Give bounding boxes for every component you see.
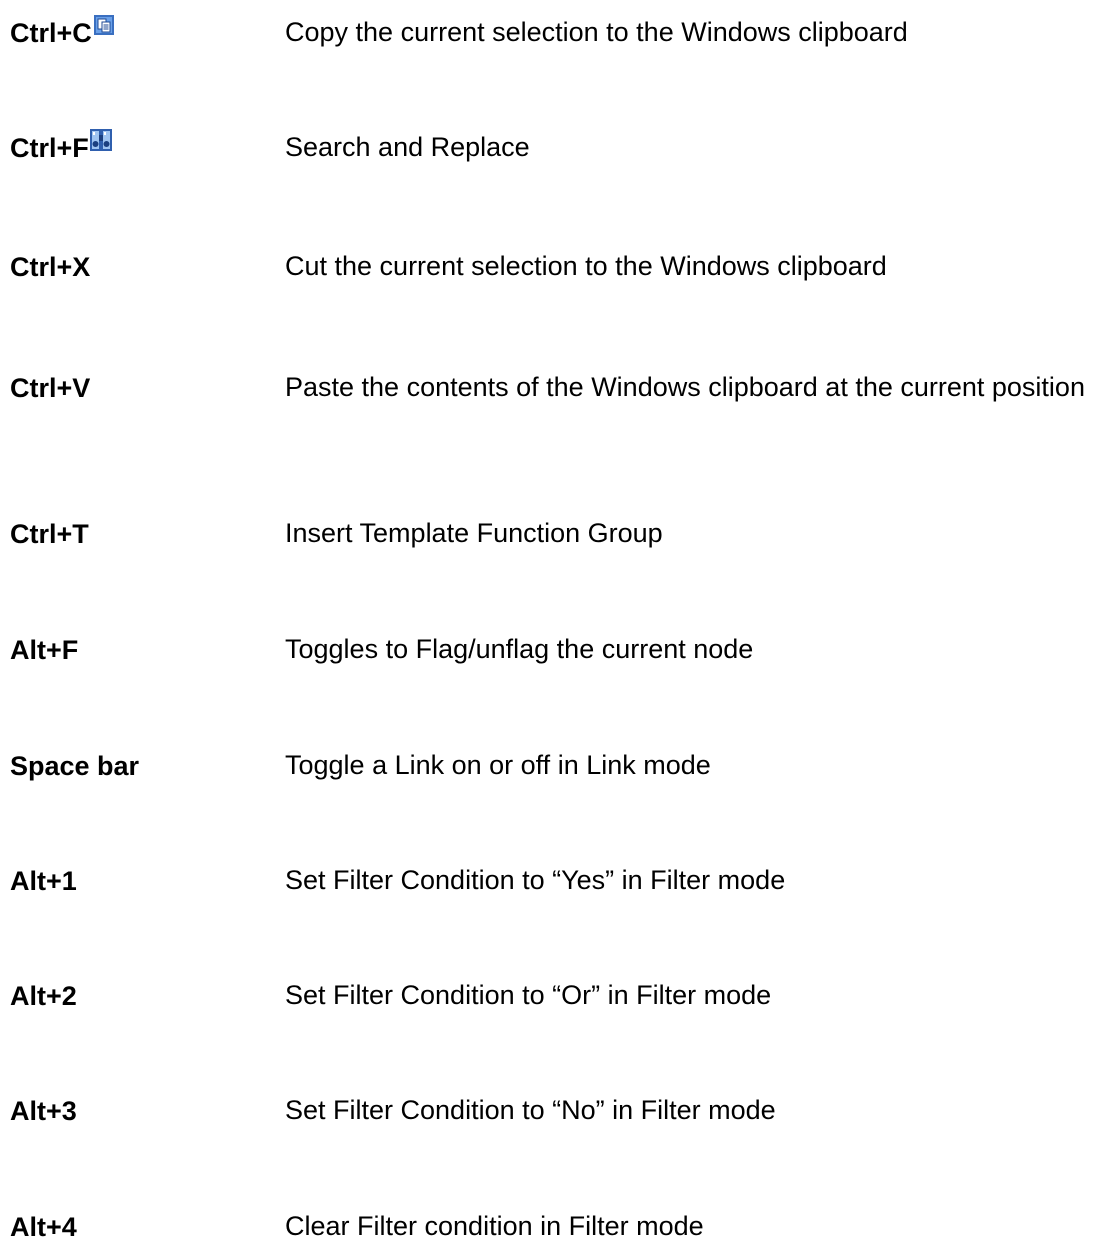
shortcut-description: Insert Template Function Group bbox=[285, 518, 663, 548]
shortcut-key: Ctrl+F bbox=[10, 129, 112, 165]
shortcut-description: Search and Replace bbox=[285, 132, 530, 162]
copy-icon bbox=[93, 10, 115, 44]
shortcut-key: Ctrl+X bbox=[10, 252, 91, 282]
shortcut-description: Toggle a Link on or off in Link mode bbox=[285, 750, 711, 780]
shortcut-key: Ctrl+T bbox=[10, 519, 89, 549]
shortcut-key: Alt+2 bbox=[10, 981, 77, 1011]
shortcut-description: Clear Filter condition in Filter mode bbox=[285, 1211, 704, 1241]
shortcut-description: Set Filter Condition to “Or” in Filter m… bbox=[285, 980, 772, 1010]
binoculars-icon bbox=[89, 125, 112, 159]
shortcut-key: Ctrl+C bbox=[10, 15, 115, 50]
shortcut-key-label: Ctrl+C bbox=[10, 18, 92, 48]
shortcut-key: Space bar bbox=[10, 751, 140, 781]
shortcut-description: Set Filter Condition to “No” in Filter m… bbox=[285, 1095, 776, 1125]
shortcut-description: Toggles to Flag/unflag the current node bbox=[285, 634, 754, 664]
shortcut-description: Cut the current selection to the Windows… bbox=[285, 251, 887, 281]
shortcut-key: Alt+F bbox=[10, 635, 79, 665]
shortcut-key: Alt+1 bbox=[10, 866, 77, 896]
shortcut-description: Set Filter Condition to “Yes” in Filter … bbox=[285, 865, 786, 895]
shortcut-key-label: Ctrl+F bbox=[10, 133, 89, 163]
shortcut-key: Alt+4 bbox=[10, 1212, 77, 1242]
shortcut-key: Ctrl+V bbox=[10, 373, 91, 403]
shortcut-description: Paste the contents of the Windows clipbo… bbox=[285, 372, 1085, 402]
shortcut-description: Copy the current selection to the Window… bbox=[285, 17, 908, 47]
shortcut-key: Alt+3 bbox=[10, 1096, 77, 1126]
